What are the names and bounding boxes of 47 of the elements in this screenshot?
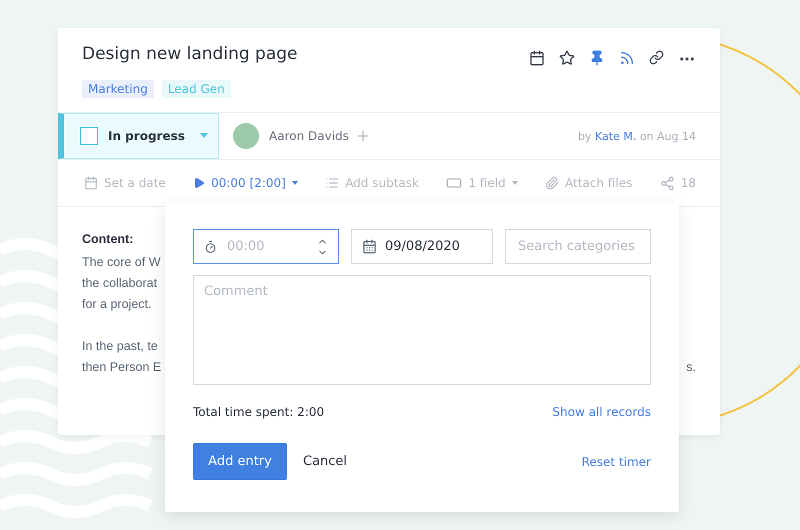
toolbar-button[interactable]: Add subtask: [325, 176, 419, 190]
calendar-icon: [84, 176, 98, 190]
status-checkbox[interactable]: [80, 127, 98, 145]
pin-icon[interactable]: [589, 50, 605, 66]
content-heading: Content:: [82, 231, 134, 248]
calendar-icon: [362, 239, 377, 254]
toolbar-button[interactable]: 1 field: [446, 175, 518, 191]
toolbar-button[interactable]: 00:00 [2:00]: [193, 176, 298, 190]
total-time-text: Total time spent: 2:00: [193, 405, 324, 419]
content-text: for a project.: [82, 296, 152, 313]
paperclip-icon: [545, 176, 560, 190]
stopwatch-icon: [204, 238, 217, 254]
status-label: In progress: [108, 129, 186, 143]
show-all-records-link[interactable]: Show all records: [552, 405, 651, 419]
list-icon: [325, 176, 340, 190]
content-text: s.: [686, 359, 696, 376]
avatar: [233, 123, 259, 149]
share-icon: [660, 176, 675, 190]
toolbar-button[interactable]: Attach files: [545, 176, 632, 190]
content-text: The core of W: [82, 254, 160, 271]
calendar-icon[interactable]: [529, 50, 545, 66]
caret-icon: [512, 181, 518, 185]
add-entry-button[interactable]: Add entry: [193, 443, 287, 480]
content-text: In the past, te: [82, 338, 158, 355]
cancel-button[interactable]: Cancel: [297, 453, 354, 470]
caret-icon: [200, 133, 208, 139]
content-text: the collaborat: [82, 275, 158, 292]
assignee-name[interactable]: Aaron Davids: [269, 129, 349, 143]
link-icon[interactable]: [649, 50, 664, 65]
time-input[interactable]: 00:00: [225, 238, 309, 255]
status-dropdown[interactable]: In progress: [58, 113, 219, 159]
rss-icon[interactable]: [619, 50, 635, 66]
category-field[interactable]: Search categories: [505, 229, 651, 264]
play-icon: [193, 177, 206, 189]
content-text: then Person E: [82, 359, 162, 376]
star-icon[interactable]: [559, 50, 575, 66]
tag[interactable]: Marketing: [82, 80, 154, 98]
toolbar-button[interactable]: 18: [660, 176, 696, 190]
time-field[interactable]: 00:00: [193, 229, 339, 264]
author-info: by Kate M. on Aug 14: [578, 130, 696, 142]
date-input[interactable]: 09/08/2020: [351, 229, 493, 264]
caret-icon: [292, 181, 298, 185]
task-title: Design new landing page: [82, 44, 298, 66]
comment-field[interactable]: Comment: [193, 275, 651, 385]
reset-timer-link[interactable]: Reset timer: [582, 454, 651, 468]
toolbar-button[interactable]: Set a date: [84, 176, 166, 190]
category-search-field[interactable]: Search categories: [516, 238, 644, 255]
